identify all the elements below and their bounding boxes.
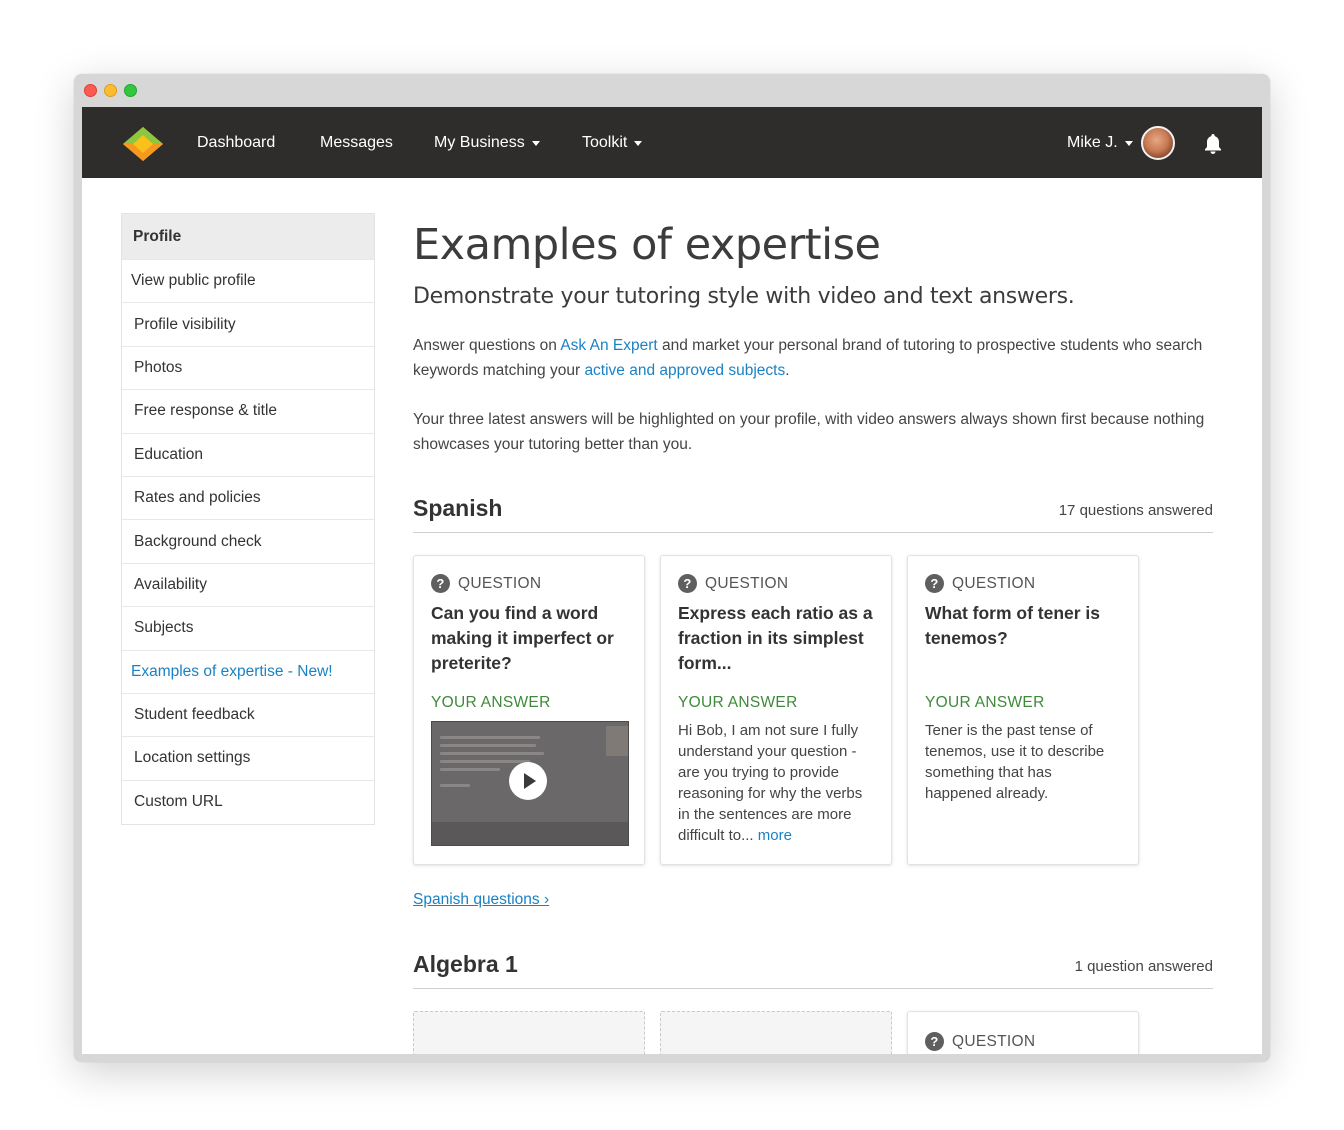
section-title: Algebra 1 [413,951,518,977]
page-subtitle: Demonstrate your tutoring style with vid… [413,284,1075,309]
caret-down-icon [1124,141,1133,146]
page-title: Examples of expertise [413,220,881,270]
intro-text-start: Answer questions on [413,337,561,354]
app-screen: Dashboard Messages My Business Toolkit M… [82,107,1262,1054]
question-label-text: QUESTION [952,574,1036,592]
question-label: ? QUESTION [431,574,628,593]
sidebar-item-availability[interactable]: Availability [122,564,374,608]
answer-card[interactable]: ? QUESTION What form of tener is tenemos?… [907,555,1139,865]
answer-card[interactable]: ? QUESTION Can you find a word making it … [413,555,645,865]
question-label-text: QUESTION [458,574,542,592]
sidebar-item-profile: Profile [122,214,374,260]
question-label: ? QUESTION [678,574,875,593]
question-text: What form of tener is tenemos? [925,603,1101,648]
nav-dashboard[interactable]: Dashboard [197,107,275,178]
caret-down-icon [531,141,540,146]
main-content: Examples of expertise Demonstrate your t… [413,213,1213,1054]
question-text: Can you find a word making it imperfect … [431,603,614,673]
profile-sidebar: Profile View public profile Profile visi… [121,213,375,826]
answer-text: Tener is the past tense of tenemos, use … [925,722,1105,802]
your-answer-label: YOUR ANSWER [431,694,551,711]
approved-subjects-link[interactable]: active and approved subjects [584,362,785,379]
sidebar-item-custom-url[interactable]: Custom URL [122,781,374,824]
algebra-answer-cards: ? QUESTION [413,1011,1213,1054]
empty-card-placeholder [413,1011,645,1054]
sidebar-item-student-feedback[interactable]: Student feedback [122,694,374,738]
answer-card[interactable]: ? QUESTION Express each ratio as a fracti… [660,555,892,865]
sidebar-item-rates-policies[interactable]: Rates and policies [122,477,374,521]
intro-paragraph: Answer questions on Ask An Expert and ma… [413,333,1213,383]
nav-my-business-label: My Business [434,133,525,151]
minimize-window-button[interactable] [104,84,117,97]
empty-card-placeholder [660,1011,892,1054]
sidebar-item-subjects[interactable]: Subjects [122,607,374,651]
video-answer-player[interactable] [431,721,629,846]
algebra-section-header: Algebra 1 1 question answered [413,951,1213,989]
bell-icon[interactable] [1201,132,1225,156]
spanish-answer-cards: ? QUESTION Can you find a word making it … [413,555,1213,865]
nav-dashboard-label: Dashboard [197,133,276,151]
play-button-icon[interactable] [509,762,547,800]
ask-an-expert-link[interactable]: Ask An Expert [560,337,657,354]
sidebar-item-photos[interactable]: Photos [122,347,374,391]
answer-card[interactable]: ? QUESTION [907,1011,1139,1054]
sidebar-item-view-public-profile[interactable]: View public profile [122,260,374,304]
nav-messages[interactable]: Messages [320,107,393,178]
close-window-button[interactable] [84,84,97,97]
your-answer-label: YOUR ANSWER [925,694,1045,711]
spanish-section-header: Spanish 17 questions answered [413,495,1213,533]
section-title: Spanish [413,495,503,521]
spanish-questions-link[interactable]: Spanish questions › [413,891,1213,909]
question-label: ? QUESTION [925,574,1122,593]
sidebar-item-examples-of-expertise[interactable]: Examples of expertise - New! [122,651,374,694]
question-label: ? QUESTION [925,1032,1122,1051]
question-mark-icon: ? [925,574,944,593]
sidebar-item-free-response[interactable]: Free response & title [122,390,374,434]
sidebar-item-education[interactable]: Education [122,434,374,477]
avatar[interactable] [1141,126,1175,160]
user-menu[interactable]: Mike J. [1067,107,1133,178]
caret-down-icon [634,141,643,146]
your-answer-label: YOUR ANSWER [678,694,798,711]
top-navigation: Dashboard Messages My Business Toolkit M… [82,107,1262,178]
question-mark-icon: ? [925,1032,944,1051]
maximize-window-button[interactable] [124,84,137,97]
answer-text: Hi Bob, I am not sure I fully understand… [678,720,875,846]
nav-messages-label: Messages [320,133,393,151]
more-link[interactable]: more [758,827,792,844]
sidebar-item-location-settings[interactable]: Location settings [122,737,374,781]
user-name: Mike J. [1067,133,1118,151]
questions-answered-count: 17 questions answered [1058,502,1213,519]
intro-text-end: . [785,362,790,379]
window-titlebar [74,74,1270,107]
nav-toolkit[interactable]: Toolkit [582,107,643,178]
question-mark-icon: ? [431,574,450,593]
question-label-text: QUESTION [705,574,789,592]
question-mark-icon: ? [678,574,697,593]
question-label-text: QUESTION [952,1032,1036,1050]
sidebar-item-background-check[interactable]: Background check [122,520,374,564]
logo-icon[interactable] [123,127,163,161]
nav-my-business[interactable]: My Business [434,107,540,178]
browser-window: Dashboard Messages My Business Toolkit M… [74,74,1270,1062]
answer-excerpt: Hi Bob, I am not sure I fully understand… [678,722,863,844]
question-text: Express each ratio as a fraction in its … [678,603,873,673]
sidebar-item-profile-visibility[interactable]: Profile visibility [122,303,374,347]
questions-answered-count: 1 question answered [1074,958,1213,975]
highlight-paragraph: Your three latest answers will be highli… [413,411,1205,453]
nav-toolkit-label: Toolkit [582,133,628,151]
